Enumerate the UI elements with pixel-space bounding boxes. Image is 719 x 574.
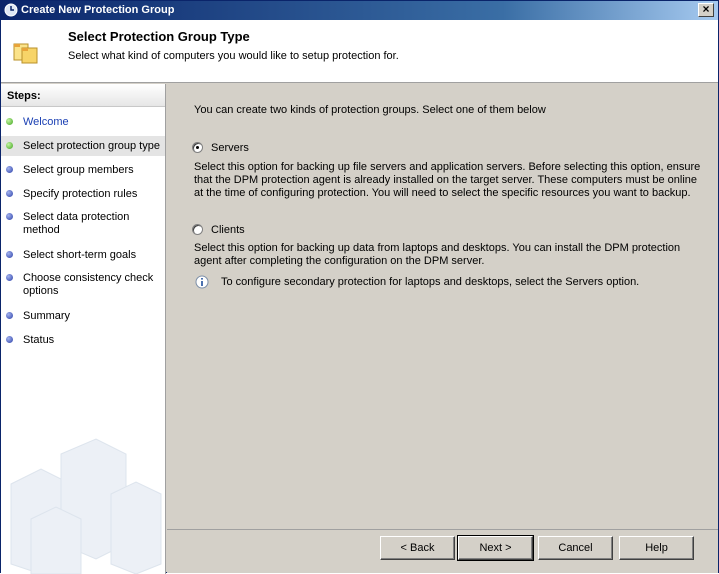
steps-heading-bar: Steps:: [1, 84, 165, 107]
servers-radio-label[interactable]: Servers: [211, 142, 249, 154]
step-pending-icon: [6, 274, 13, 281]
dialog-window: Create New Protection Group × Select Pro…: [0, 0, 719, 574]
sidebar-item-label: Summary: [23, 310, 71, 322]
sidebar-item-label: Status: [23, 334, 55, 346]
next-button[interactable]: Next >: [457, 535, 534, 561]
sidebar-item-label: Choose consistency check options: [23, 272, 154, 297]
step-pending-icon: [6, 166, 13, 173]
protection-group-icon: [13, 43, 38, 64]
servers-watermark-graphic: [10, 438, 162, 574]
sidebar-item-specify-protection-rules: Specify protection rules: [1, 185, 165, 203]
sidebar-item-select-group-members: Select group members: [1, 161, 165, 179]
step-complete-icon: [6, 118, 13, 125]
close-icon: ×: [702, 2, 710, 16]
sidebar-item-welcome[interactable]: Welcome: [1, 113, 165, 131]
clients-radio-label[interactable]: Clients: [211, 224, 245, 236]
step-pending-icon: [6, 190, 13, 197]
sidebar-item-status: Status: [1, 331, 165, 349]
sidebar-item-label: Select group members: [23, 164, 134, 176]
cancel-button[interactable]: Cancel: [538, 536, 613, 560]
sidebar-item-select-data-protection-method: Select data protection method: [1, 208, 165, 238]
page-title: Select Protection Group Type: [68, 29, 250, 44]
sidebar-item-label: Select short-term goals: [23, 249, 137, 261]
step-pending-icon: [6, 251, 13, 258]
intro-text: You can create two kinds of protection g…: [194, 104, 546, 116]
clients-radio[interactable]: [192, 224, 203, 235]
step-pending-icon: [6, 213, 13, 220]
steps-heading: Steps:: [7, 90, 41, 102]
sidebar-item-summary: Summary: [1, 307, 165, 325]
sidebar-item-label: Welcome: [23, 116, 69, 128]
help-button[interactable]: Help: [619, 536, 694, 560]
clients-description: Select this option for backing up data f…: [194, 242, 681, 267]
sidebar-item-select-short-term-goals: Select short-term goals: [1, 246, 165, 264]
sidebar-item-label: Select data protection method: [23, 211, 130, 236]
wizard-header: Select Protection Group Type Select what…: [1, 20, 718, 83]
close-button[interactable]: ×: [698, 3, 714, 17]
step-pending-icon: [6, 336, 13, 343]
sidebar-item-select-protection-group-type: Select protection group type: [1, 136, 165, 156]
window-title: Create New Protection Group: [21, 4, 175, 16]
info-icon: [195, 275, 209, 289]
wizard-footer: < Back Next > Cancel Help: [167, 529, 718, 573]
title-bar: Create New Protection Group ×: [1, 1, 718, 20]
sidebar-item-label: Select protection group type: [23, 140, 160, 152]
back-button[interactable]: < Back: [380, 536, 455, 560]
sidebar-item-label: Specify protection rules: [23, 188, 138, 200]
servers-radio[interactable]: [192, 142, 203, 153]
dpm-app-icon: [4, 3, 18, 17]
page-subtitle: Select what kind of computers you would …: [68, 50, 399, 62]
servers-description: Select this option for backing up file s…: [194, 161, 701, 199]
step-pending-icon: [6, 312, 13, 319]
step-current-icon: [6, 142, 13, 149]
info-note: To configure secondary protection for la…: [221, 276, 640, 288]
sidebar-item-choose-consistency-check-options: Choose consistency check options: [1, 269, 165, 299]
main-content: You can create two kinds of protection g…: [167, 84, 718, 529]
steps-sidebar: Steps: Welcome Select protection group t…: [1, 84, 166, 574]
